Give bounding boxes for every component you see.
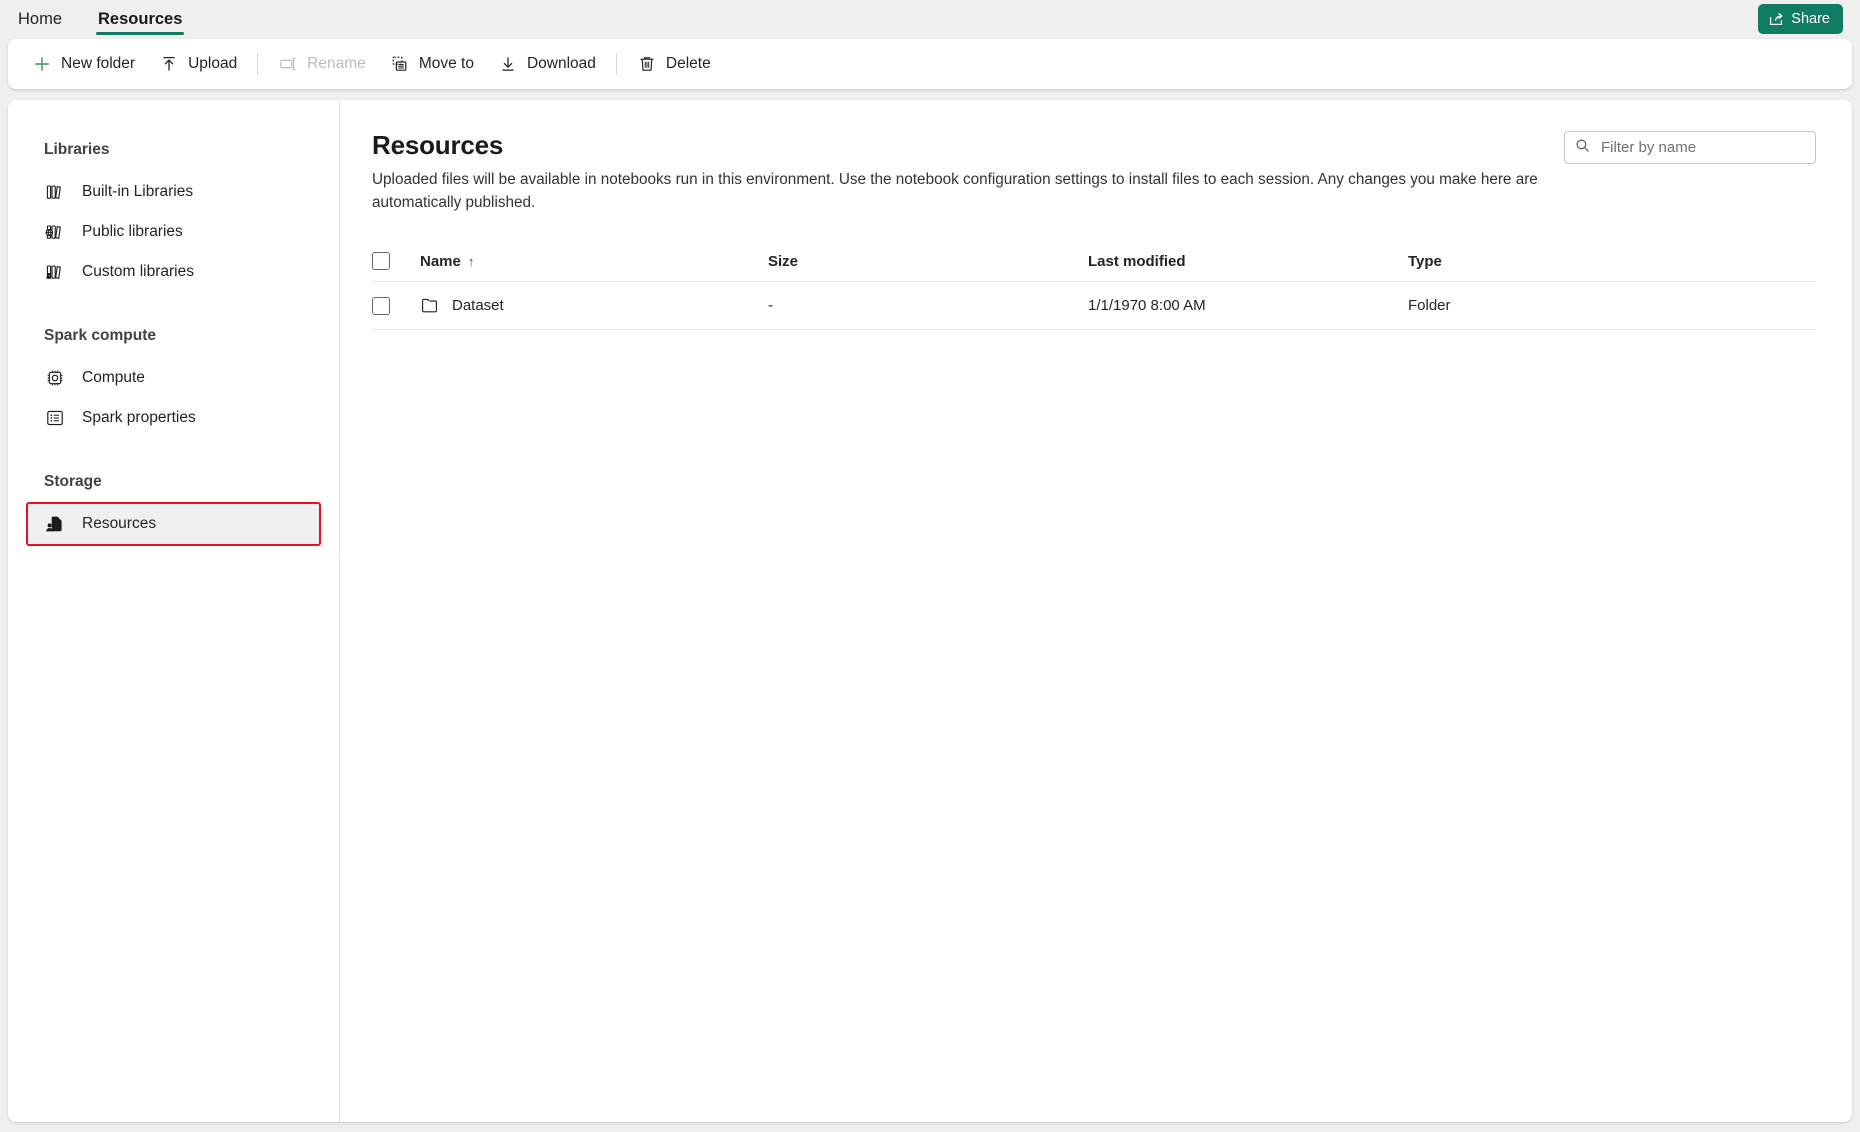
filter-by-name-box[interactable] [1564,131,1816,164]
sidebar-group-spark-compute-title: Spark compute [44,327,156,344]
download-arrow-icon [498,54,518,74]
title-block: Resources Uploaded files will be availab… [372,128,1564,214]
books-icon [44,181,66,203]
row-size-cell: - [768,281,1088,330]
resources-table: Name ↑ Size Last modified Type Dataset -… [372,252,1816,330]
new-folder-button[interactable]: New folder [20,47,147,81]
new-folder-label: New folder [61,55,136,72]
tab-home-label: Home [18,9,63,28]
sidebar-item-built-in-libraries-label: Built-in Libraries [82,183,194,200]
plus-icon [32,54,52,74]
folder-icon [420,296,439,315]
column-header-last-modified[interactable]: Last modified [1088,252,1408,282]
sidebar-item-spark-properties[interactable]: Spark properties [28,398,319,438]
sidebar-item-resources-label: Resources [82,515,157,532]
table-header-row: Name ↑ Size Last modified Type [372,252,1816,282]
sidebar-item-built-in-libraries[interactable]: Built-in Libraries [28,172,319,212]
page-card: Libraries Built-in Libraries Public libr… [8,100,1852,1122]
document-person-icon [44,513,66,535]
tab-home[interactable]: Home [0,0,80,38]
column-header-size-label: Size [768,252,799,270]
command-bar: New folder Upload Rename Move to Downloa… [8,39,1852,89]
row-name-cell: Dataset [420,281,768,330]
download-button[interactable]: Download [486,47,608,81]
upload-button[interactable]: Upload [147,47,249,81]
row-last-modified-cell: 1/1/1970 8:00 AM [1088,281,1408,330]
table-header: Name ↑ Size Last modified Type [372,252,1816,282]
column-header-name[interactable]: Name ↑ [420,252,768,282]
upload-label: Upload [188,55,238,72]
sidebar-item-public-libraries[interactable]: Public libraries [28,212,319,252]
search-icon [1575,138,1590,158]
window-tab-strip: Home Resources Share [0,0,1860,38]
share-button[interactable]: Share [1758,4,1843,34]
sidebar-item-resources[interactable]: Resources [26,502,321,546]
resources-content: Resources Uploaded files will be availab… [340,100,1852,1122]
row-checkbox[interactable] [372,296,390,315]
select-all-header [372,252,420,282]
table-body: Dataset - 1/1/1970 8:00 AM Folder [372,281,1816,330]
books-globe-icon [44,221,66,243]
move-to-icon [390,54,410,74]
sidebar-group-libraries-title: Libraries [44,141,110,158]
sidebar-item-compute-label: Compute [82,369,145,386]
column-header-name-label: Name [420,252,461,270]
toolbar-divider-1 [257,53,259,75]
sidebar-group-storage-title: Storage [44,473,102,490]
delete-button[interactable]: Delete [625,47,723,81]
share-icon [1768,11,1784,27]
sidebar-item-custom-libraries[interactable]: Custom libraries [28,252,319,292]
column-header-last-modified-label: Last modified [1088,252,1186,270]
rename-button[interactable]: Rename [266,47,378,81]
rename-label: Rename [307,55,366,72]
filter-by-name-input[interactable] [1599,138,1805,157]
row-select-cell [372,281,420,330]
select-all-checkbox[interactable] [372,252,390,270]
rename-icon [278,54,298,74]
column-header-type-label: Type [1408,252,1442,270]
chip-gear-icon [44,367,66,389]
row-name-label: Dataset [452,297,504,314]
download-label: Download [526,55,596,72]
move-to-label: Move to [418,55,474,72]
sidebar-item-public-libraries-label: Public libraries [82,223,183,240]
page-title: Resources [372,130,504,160]
delete-label: Delete [665,55,711,72]
move-to-button[interactable]: Move to [378,47,486,81]
sidebar: Libraries Built-in Libraries Public libr… [8,100,340,1122]
tab-resources[interactable]: Resources [80,0,200,38]
share-button-label: Share [1791,11,1830,27]
books-person-icon [44,261,66,283]
trash-icon [637,54,657,74]
sort-ascending-icon: ↑ [467,253,475,269]
sidebar-item-custom-libraries-label: Custom libraries [82,263,194,280]
column-header-size[interactable]: Size [768,252,1088,282]
content-header: Resources Uploaded files will be availab… [372,128,1816,214]
column-header-type[interactable]: Type [1408,252,1816,282]
row-type-cell: Folder [1408,281,1816,330]
toolbar-divider-2 [615,53,617,75]
sidebar-item-spark-properties-label: Spark properties [82,409,196,426]
page-description: Uploaded files will be available in note… [372,171,1538,211]
sidebar-item-compute[interactable]: Compute [28,358,319,398]
tab-resources-label: Resources [98,9,183,28]
list-box-icon [44,407,66,429]
table-row[interactable]: Dataset - 1/1/1970 8:00 AM Folder [372,281,1816,330]
upload-arrow-icon [159,54,179,74]
